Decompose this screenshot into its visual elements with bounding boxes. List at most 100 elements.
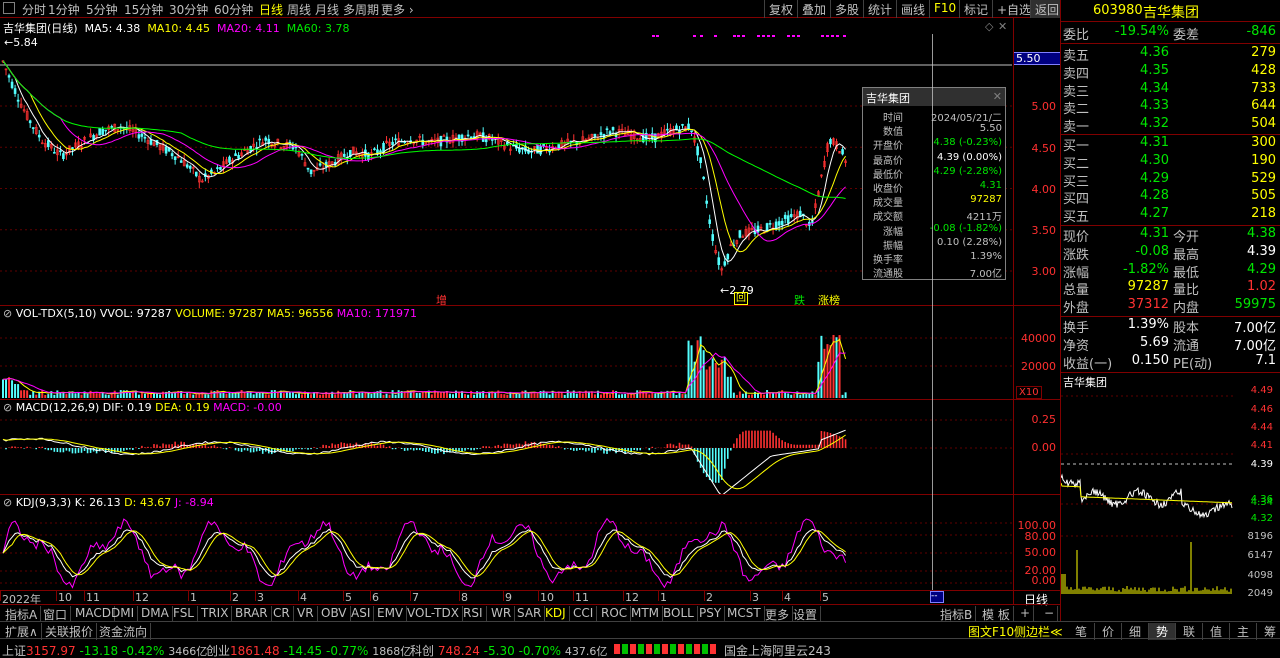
indicator-tab-13[interactable]: VOL-TDX [404,606,463,621]
bid-level-3[interactable]: 买三 4.29 529 [1061,170,1280,190]
event-marker-hui[interactable]: 回 [734,292,748,305]
info-label: 涨幅 [883,226,903,238]
indicator-tab-15[interactable]: WR [488,606,516,621]
indicator-tab-10[interactable]: OBV [318,606,351,621]
server-name[interactable]: 国金上海阿里云243 [724,642,831,658]
indicator-extra-2[interactable]: + [1017,606,1035,621]
kdj-settings-icon[interactable]: ⊘ [3,496,12,509]
volume-bar [192,394,195,398]
volume-bar [116,394,119,398]
macd-settings-icon[interactable]: ⊘ [3,401,12,414]
indicator-tab-0[interactable]: 指标A [2,606,42,622]
indicator-tab-22[interactable]: PSY [696,606,726,621]
period-10[interactable]: 更多 › [381,1,414,18]
indicator-tab-14[interactable]: RSI [460,606,487,621]
period-1[interactable]: 1分钟 [48,1,80,18]
indicator-tab-17[interactable]: KDJ [542,606,570,621]
indicator-extra-3[interactable]: − [1041,606,1059,621]
indicator-tab-20[interactable]: MTM [628,606,664,621]
ask-level-4[interactable]: 卖四 4.35 428 [1061,63,1280,82]
x-axis-label-9: 6 [372,591,379,604]
vvol-value: VVOL: 97287 [99,307,172,320]
vol-legend: ⊘ VOL-TDX(5,10) VVOL: 97287 VOLUME: 9728… [3,307,417,320]
panel-close-icon[interactable]: ✕ [998,20,1007,33]
x-axis-label-7: 4 [300,591,307,604]
bid-level-1[interactable]: 买一 4.31 300 [1061,135,1280,154]
tool-3[interactable]: 统计 [863,0,896,18]
kdj-chart[interactable] [0,509,1012,589]
indicator-tab-21[interactable]: BOLL [660,606,698,621]
period-0[interactable]: 分时 [22,1,46,18]
kdj-title: KDJ(9,3,3) [15,496,72,509]
kc-index[interactable]: 科创 748.24 -5.30 -0.70% 437.6亿 [410,642,607,658]
indicator-tab-11[interactable]: ASI [348,606,375,621]
candle-body [681,124,684,126]
period-8[interactable]: 月线 [315,1,339,18]
intraday-mini-chart[interactable] [1061,388,1233,596]
indicator-extra-1[interactable]: 模 板 [979,606,1014,622]
volume-chart[interactable] [0,320,1012,398]
indicator-tab-16[interactable]: SAR [514,606,546,621]
sh-index[interactable]: 上证3157.97 -13.18 -0.42% 3466亿 [2,642,207,658]
ask-level-2[interactable]: 卖二 4.33 644 [1061,98,1280,117]
tool-2[interactable]: 多股 [830,0,863,18]
quote-label: 外盘 [1063,301,1090,317]
crosshair-vertical [932,34,933,590]
indicator-extra-0[interactable]: 指标B [937,606,977,622]
period-7[interactable]: 周线 [287,1,311,18]
vol-settings-icon[interactable]: ⊘ [3,307,12,320]
indicator-tab-8[interactable]: CR [270,606,294,621]
indicator-tab-5[interactable]: FSL [170,606,198,621]
ask-level-5[interactable]: 卖五 4.36 279 [1061,45,1280,64]
indicator-tab-4[interactable]: DMA [138,606,173,621]
tool-6[interactable]: 标记 [959,0,992,18]
indicator-tab-7[interactable]: BRAR [232,606,272,621]
dif-value: DIF: 0.19 [102,401,152,414]
cy-index[interactable]: 创业1861.48 -14.45 -0.77% 1868亿 [206,642,411,658]
bid-volume: 529 [1251,170,1276,186]
volume-bar [784,392,787,398]
period-6[interactable]: 日线 [259,1,283,18]
indicator-tab-25[interactable]: 设置 [790,606,822,622]
ask-level-1[interactable]: 卖一 4.32 504 [1061,116,1280,135]
period-4[interactable]: 30分钟 [169,1,208,18]
bid-level-4[interactable]: 买四 4.28 505 [1061,188,1280,207]
info-box-close-icon[interactable]: ✕ [993,90,1002,103]
mini-price-tick-1: 4.46 [1250,404,1273,415]
tool-8[interactable]: 返回 [1030,0,1064,18]
tool-7[interactable]: +自选 [992,0,1035,18]
indicator-tab-12[interactable]: EMV [374,606,408,621]
panel-diamond-icon[interactable]: ◇ [985,20,993,33]
indicator-tab-24[interactable]: 更多 [762,606,794,622]
volume-bar [814,394,817,398]
indicator-tab-6[interactable]: TRIX [198,606,233,621]
candle-body [264,137,268,141]
volume-bar [636,390,639,398]
period-9[interactable]: 多周期 [343,1,379,18]
macd-chart[interactable] [0,414,1012,494]
volume-bar [772,392,775,398]
stock-header: 603980 吉华集团 [1061,0,1280,22]
bid-level-2[interactable]: 买二 4.30 190 [1061,153,1280,172]
tool-1[interactable]: 叠加 [797,0,830,18]
indicator-tab-23[interactable]: MCST [724,606,765,621]
candlestick-chart[interactable] [0,34,1012,304]
indicator-tab-3[interactable]: DMI [108,606,139,621]
mini-price-tick-0: 4.49 [1250,385,1273,396]
tool-4[interactable]: 画线 [896,0,929,18]
indicator-tab-1[interactable]: 窗口 [40,606,72,622]
menu-icon[interactable] [3,2,15,14]
period-3[interactable]: 15分钟 [124,1,163,18]
tool-5[interactable]: F10 [929,0,960,18]
indicator-tab-9[interactable]: VR [294,606,318,621]
period-2[interactable]: 5分钟 [86,1,118,18]
ask-level-3[interactable]: 卖三 4.34 733 [1061,81,1280,100]
info-row-3: 最高价 4.39 (0.00%) [863,152,1005,167]
j-value: J: -8.94 [174,496,214,509]
volume-bar [536,393,539,398]
bid-level-5[interactable]: 买五 4.27 218 [1061,206,1280,225]
tool-0[interactable]: 复权 [764,0,797,18]
indicator-tab-19[interactable]: ROC [598,606,632,621]
period-5[interactable]: 60分钟 [214,1,253,18]
indicator-tab-18[interactable]: CCI [570,606,598,621]
